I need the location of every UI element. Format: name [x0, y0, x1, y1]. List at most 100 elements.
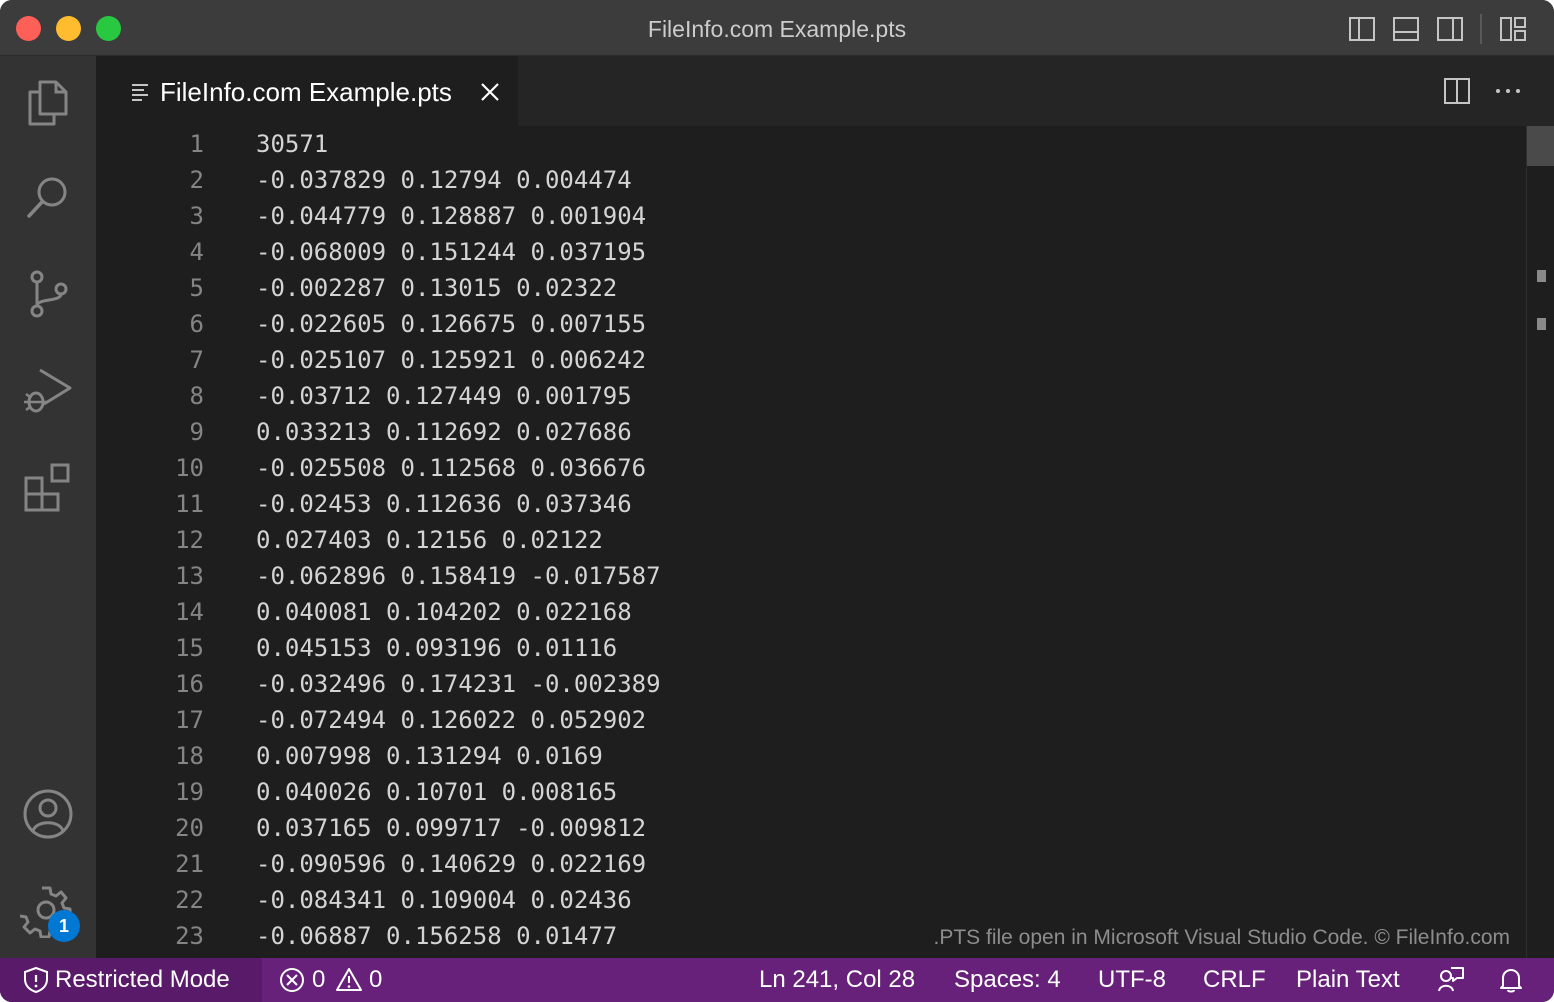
- encoding-setting[interactable]: UTF-8: [1098, 966, 1166, 994]
- line-text: 0.007998 0.131294 0.0169: [256, 742, 603, 770]
- line-text: 0.037165 0.099717 -0.009812: [256, 814, 647, 842]
- line-number: 10: [175, 454, 204, 482]
- code-line[interactable]: 22 -0.084341 0.109004 0.02436: [96, 882, 1526, 918]
- error-icon[interactable]: [278, 966, 306, 994]
- line-number: 16: [175, 670, 204, 698]
- line-text: -0.037829 0.12794 0.004474: [256, 166, 632, 194]
- toggle-primary-sidebar-icon[interactable]: [1347, 14, 1377, 44]
- line-ending-setting[interactable]: CRLF: [1203, 966, 1266, 994]
- tab-label: FileInfo.com Example.pts: [160, 77, 452, 107]
- language-mode[interactable]: Plain Text: [1296, 966, 1400, 994]
- line-text: 0.027403 0.12156 0.02122: [256, 526, 603, 554]
- line-number: 7: [189, 346, 204, 374]
- code-line[interactable]: 15 0.045153 0.093196 0.01116: [96, 630, 1526, 666]
- line-text: -0.072494 0.126022 0.052902: [256, 706, 647, 734]
- line-number: 20: [175, 814, 204, 842]
- code-line[interactable]: 3 -0.044779 0.128887 0.001904: [96, 198, 1526, 234]
- code-line[interactable]: 1 30571: [96, 126, 1526, 162]
- activity-bar: 1: [0, 56, 96, 958]
- line-text: 30571: [256, 130, 329, 158]
- restricted-mode-indicator[interactable]: Restricted Mode: [0, 958, 262, 1002]
- more-actions-icon[interactable]: [1493, 76, 1523, 106]
- code-line[interactable]: 14 0.040081 0.104202 0.022168: [96, 594, 1526, 630]
- line-number: 9: [189, 418, 204, 446]
- code-line[interactable]: 19 0.040026 0.10701 0.008165: [96, 774, 1526, 810]
- line-number: 23: [175, 922, 204, 950]
- line-number: 21: [175, 850, 204, 878]
- line-number: 8: [189, 382, 204, 410]
- code-line[interactable]: 7 -0.025107 0.125921 0.006242: [96, 342, 1526, 378]
- restricted-mode-label: Restricted Mode: [55, 966, 230, 993]
- line-text: 0.045153 0.093196 0.01116: [256, 634, 618, 662]
- editor-area[interactable]: 1 30571 2 -0.037829 0.12794 0.004474 3 -0.044…: [96, 126, 1554, 958]
- code-line[interactable]: 11 -0.02453 0.112636 0.037346: [96, 486, 1526, 522]
- code-line[interactable]: 8 -0.03712 0.127449 0.001795: [96, 378, 1526, 414]
- cursor-position[interactable]: Ln 241, Col 28: [759, 966, 915, 994]
- line-text: -0.084341 0.109004 0.02436: [256, 886, 632, 914]
- line-text: -0.03712 0.127449 0.001795: [256, 382, 632, 410]
- line-text: -0.002287 0.13015 0.02322: [256, 274, 618, 302]
- line-number: 4: [189, 238, 204, 266]
- warning-icon[interactable]: [335, 966, 363, 994]
- indentation-setting[interactable]: Spaces: 4: [954, 966, 1061, 994]
- line-text: -0.025508 0.112568 0.036676: [256, 454, 647, 482]
- caption-watermark: .PTS file open in Microsoft Visual Studi…: [933, 926, 1510, 949]
- line-text: 0.040026 0.10701 0.008165: [256, 778, 618, 806]
- line-text: -0.022605 0.126675 0.007155: [256, 310, 647, 338]
- line-number: 18: [175, 742, 204, 770]
- code-line[interactable]: 10 -0.025508 0.112568 0.036676: [96, 450, 1526, 486]
- window-title: FileInfo.com Example.pts: [647, 16, 907, 42]
- split-editor-icon[interactable]: [1442, 76, 1472, 106]
- line-text: -0.090596 0.140629 0.022169: [256, 850, 647, 878]
- code-line[interactable]: 18 0.007998 0.131294 0.0169: [96, 738, 1526, 774]
- accounts-icon[interactable]: [20, 786, 76, 842]
- code-line[interactable]: 17 -0.072494 0.126022 0.052902: [96, 702, 1526, 738]
- code-line[interactable]: 13 -0.062896 0.158419 -0.017587: [96, 558, 1526, 594]
- source-control-icon[interactable]: [20, 266, 76, 322]
- settings-update-badge: 1: [48, 910, 80, 942]
- line-text: -0.02453 0.112636 0.037346: [256, 490, 632, 518]
- code-line[interactable]: 9 0.033213 0.112692 0.027686: [96, 414, 1526, 450]
- vertical-scrollbar[interactable]: [1526, 126, 1554, 958]
- title-bar: FileInfo.com Example.pts: [0, 0, 1554, 56]
- line-number: 13: [175, 562, 204, 590]
- extensions-icon[interactable]: [20, 458, 76, 514]
- search-icon[interactable]: [20, 170, 76, 226]
- scrollbar-thumb[interactable]: [1527, 126, 1554, 166]
- line-number: 2: [189, 166, 204, 194]
- feedback-icon[interactable]: [1437, 966, 1465, 994]
- line-text: -0.025107 0.125921 0.006242: [256, 346, 647, 374]
- notifications-bell-icon[interactable]: [1497, 966, 1525, 994]
- code-line[interactable]: 12 0.027403 0.12156 0.02122: [96, 522, 1526, 558]
- warning-count[interactable]: 0: [369, 966, 382, 994]
- code-line[interactable]: 21 -0.090596 0.140629 0.022169: [96, 846, 1526, 882]
- line-number: 3: [189, 202, 204, 230]
- code-line[interactable]: 2 -0.037829 0.12794 0.004474: [96, 162, 1526, 198]
- line-text: -0.032496 0.174231 -0.002389: [256, 670, 661, 698]
- shield-icon: [24, 966, 48, 994]
- line-number: 11: [175, 490, 204, 518]
- toggle-panel-icon[interactable]: [1391, 14, 1421, 44]
- close-tab-icon[interactable]: [478, 80, 502, 104]
- error-count[interactable]: 0: [312, 966, 325, 994]
- status-bar: Restricted Mode 0 0 Ln 241, Col 28 Space…: [0, 958, 1554, 1002]
- code-line[interactable]: 4 -0.068009 0.151244 0.037195: [96, 234, 1526, 270]
- code-line[interactable]: 16 -0.032496 0.174231 -0.002389: [96, 666, 1526, 702]
- code-line[interactable]: 20 0.037165 0.099717 -0.009812: [96, 810, 1526, 846]
- code-line[interactable]: 5 -0.002287 0.13015 0.02322: [96, 270, 1526, 306]
- line-number: 6: [189, 310, 204, 338]
- line-number: 15: [175, 634, 204, 662]
- line-text: -0.068009 0.151244 0.037195: [256, 238, 647, 266]
- vscode-window: FileInfo.com Example.pts 1 FileInfo.com …: [0, 0, 1554, 1002]
- code-line[interactable]: 6 -0.022605 0.126675 0.007155: [96, 306, 1526, 342]
- run-and-debug-icon[interactable]: [20, 362, 76, 418]
- titlebar-divider: [1480, 14, 1482, 44]
- customize-layout-icon[interactable]: [1498, 14, 1528, 44]
- overview-ruler-mark: [1537, 270, 1546, 282]
- tab-fileinfo-example-pts[interactable]: FileInfo.com Example.pts: [96, 56, 518, 126]
- line-text: -0.044779 0.128887 0.001904: [256, 202, 647, 230]
- line-number: 19: [175, 778, 204, 806]
- toggle-secondary-sidebar-icon[interactable]: [1435, 14, 1465, 44]
- explorer-icon[interactable]: [20, 74, 76, 130]
- line-number: 14: [175, 598, 204, 626]
